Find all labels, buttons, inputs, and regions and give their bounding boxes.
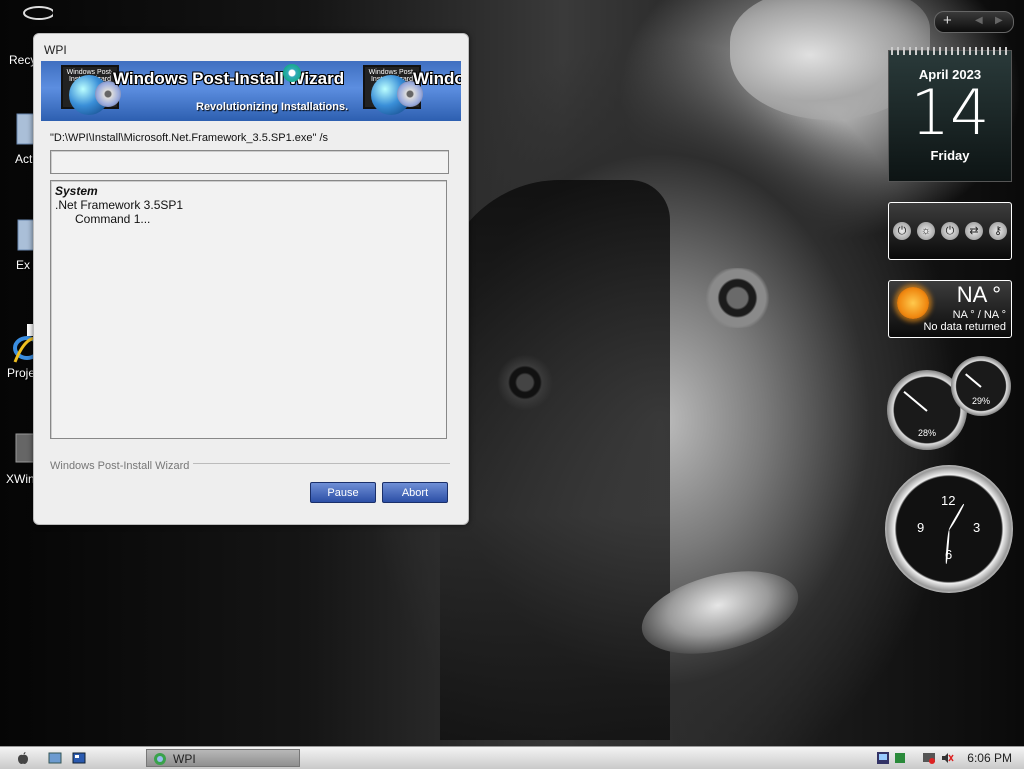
- explorer-icon[interactable]: [48, 751, 62, 765]
- wallpaper-hair: [440, 180, 670, 740]
- clock-numeral: 9: [917, 520, 925, 535]
- wpi-app-icon: [154, 753, 166, 765]
- banner-title-repeat: Windo: [413, 69, 461, 88]
- footer-label: Windows Post-Install Wizard: [50, 460, 194, 472]
- security-tray-icon[interactable]: [893, 751, 907, 765]
- application-icon: [15, 433, 36, 463]
- memory-meter-gadget[interactable]: 29%: [951, 356, 1011, 416]
- volume-muted-icon[interactable]: [940, 751, 954, 765]
- calendar-gadget[interactable]: April 2023 14 Friday: [888, 47, 1012, 182]
- cpu-percent: 28%: [917, 428, 936, 438]
- shutdown-icon[interactable]: ⏻: [941, 222, 959, 240]
- apple-start-icon[interactable]: [16, 751, 30, 765]
- abort-button[interactable]: Abort: [382, 482, 448, 503]
- install-log[interactable]: System .Net Framework 3.5SP1 Command 1..…: [50, 180, 447, 439]
- calendar-rings: [891, 47, 1009, 55]
- clock-numeral: 12: [941, 493, 956, 508]
- desktop-icon-label: Act: [15, 152, 33, 166]
- switch-user-icon[interactable]: ⇄: [965, 222, 983, 240]
- clock-numeral: 3: [973, 520, 981, 535]
- network-tray-icon[interactable]: [876, 751, 890, 765]
- memory-percent: 29%: [971, 396, 990, 406]
- add-gadget-button[interactable]: +: [943, 13, 952, 29]
- log-item: .Net Framework 3.5SP1: [55, 198, 184, 212]
- desktop: Recy Act Ex Proje XWin WPI Windows Post-…: [0, 0, 1024, 746]
- taskbar-item-wpi[interactable]: WPI: [146, 749, 300, 767]
- footer-groupbox: Windows Post-Install Wizard: [50, 456, 450, 472]
- sleep-icon[interactable]: ☼: [917, 222, 935, 240]
- log-category: System: [55, 184, 98, 198]
- memory-needle: [965, 373, 982, 388]
- banner-tagline: Revolutionizing Installations.: [196, 101, 349, 113]
- calendar-weekday: Friday: [930, 148, 970, 163]
- prev-arrow-icon[interactable]: ◀: [975, 15, 983, 26]
- taskbar-item-label: WPI: [173, 752, 196, 766]
- show-desktop-icon[interactable]: [72, 751, 86, 765]
- weather-temp: NA °: [956, 282, 1001, 307]
- wpi-banner: Windows Post-Install Wizard Windows Post…: [41, 61, 461, 121]
- sidebar-gadget-bar: + ◀ ▶: [934, 11, 1014, 33]
- clock-gadget[interactable]: 12 3 6 9: [885, 465, 1013, 593]
- pause-button[interactable]: Pause: [310, 482, 376, 503]
- wpi-logo-icon: [283, 64, 301, 82]
- weather-message: No data returned: [923, 321, 1006, 333]
- cpu-needle: [903, 390, 928, 412]
- taskbar: WPI 6:06 PM: [0, 746, 1024, 769]
- wpi-window: WPI Windows Post-Install Wizard Windows …: [33, 33, 469, 525]
- shutdown-controls-gadget: ⏻ ☼ ⏻ ⇄ ⚷: [888, 202, 1012, 260]
- weather-gadget[interactable]: NA ° NA ° / NA ° No data returned: [888, 280, 1012, 338]
- desktop-icon-xwin[interactable]: XWin: [6, 432, 36, 486]
- wallpaper-eye: [485, 355, 565, 410]
- desktop-icon-label: Proje: [7, 366, 36, 380]
- wallpaper-eye: [690, 268, 785, 328]
- command-line: "D:\WPI\Install\Microsoft.Net.Framework_…: [50, 132, 329, 144]
- desktop-icon-label: XWin: [6, 472, 35, 486]
- taskbar-clock[interactable]: 6:06 PM: [967, 749, 1012, 767]
- window-title[interactable]: WPI: [34, 34, 468, 60]
- banner-title: Windows Post-Install Wizard: [113, 69, 345, 88]
- install-progress-bar: [50, 150, 449, 174]
- calendar-day: 14: [910, 76, 990, 149]
- lock-key-icon[interactable]: ⚷: [989, 222, 1007, 240]
- display-tray-icon[interactable]: [922, 751, 936, 765]
- log-status: Command 1...: [75, 212, 151, 226]
- weather-range: NA ° / NA °: [952, 309, 1006, 321]
- desktop-icon-label: Ex: [16, 258, 31, 272]
- sun-icon: [897, 287, 929, 319]
- power-icon[interactable]: ⏻: [893, 222, 911, 240]
- next-arrow-icon[interactable]: ▶: [995, 15, 1003, 26]
